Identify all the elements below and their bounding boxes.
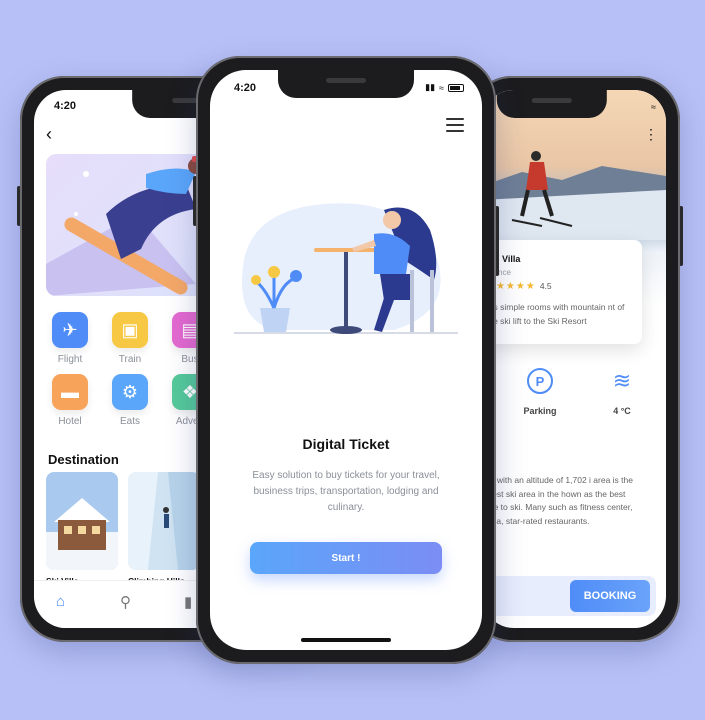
destination-title: Destination [48,452,119,467]
place-info-card: Ski Villa France ★★★★★4.5 ers simple roo… [482,240,642,344]
amenity-parking: P Parking [510,366,570,416]
place-description: Alps with an altitude of 1,702 i area is… [482,475,633,526]
category-eats[interactable]: ⚙ Eats [108,374,152,427]
wind-icon: ≋ [612,368,632,393]
train-icon: ▣ [112,312,148,348]
status-time: 4:20 [234,82,257,94]
woman-at-table-illustration [234,190,458,340]
bookmark-icon[interactable]: ▮ [184,593,192,611]
amenity-label: 4 °C [613,406,631,416]
home-indicator[interactable] [301,638,391,642]
utensils-icon: ⚙ [112,374,148,410]
place-location: France [486,268,628,277]
ski-villa-image [46,472,118,570]
status-icons: ≈ [651,102,656,112]
place-name: Ski Villa [486,254,521,264]
home-icon[interactable]: ⌂ [56,593,65,610]
page-title: Digital Ticket [302,436,390,452]
rating-stars: ★★★★★ 4.5 [486,281,552,292]
bed-icon: ▬ [52,374,88,410]
back-arrow-icon[interactable]: ‹ [46,124,52,145]
category-train[interactable]: ▣ Train [108,312,152,365]
category-label: Eats [119,416,140,427]
category-hotel[interactable]: ▬ Hotel [48,374,92,427]
search-icon[interactable]: ⚲ [120,593,131,611]
destination-card-ski-villa[interactable]: Ski Villa [46,472,118,586]
rating-value: 4.5 [539,281,552,291]
signal-icon: ▮▮ [425,82,436,92]
booking-bar: BOOKING [482,576,656,616]
climbing-hills-image [128,472,200,570]
page-description: Easy solution to buy tickets for your tr… [252,470,440,513]
wifi-icon: ≈ [651,102,656,112]
category-flight[interactable]: ✈ Flight [48,312,92,365]
more-options-icon[interactable]: ⋮ [644,126,658,143]
amenity-label: Parking [523,406,557,416]
right-phone: ≈ ⋮ Ski Villa France ★★★★★4.5 ers simple… [468,76,683,642]
amenity-temperature: ≋ 4 °C [592,366,652,416]
destination-card-climbing-hills[interactable]: Climbing Hills [128,472,200,586]
status-icons: ▮▮ ≈ [425,82,464,93]
wifi-icon: ≈ [439,82,444,93]
place-card-description: ers simple rooms with mountain nt of the… [486,302,625,326]
center-phone: 4:20 ▮▮ ≈ Digital Ticket Easy solution t… [193,56,499,664]
hamburger-menu-icon[interactable] [446,118,464,136]
category-label: Train [118,354,142,365]
center-phone-screen: 4:20 ▮▮ ≈ Digital Ticket Easy solution t… [210,70,482,650]
category-label: Flight [57,354,83,365]
category-label: Hotel [58,416,82,427]
right-phone-screen: ≈ ⋮ Ski Villa France ★★★★★4.5 ers simple… [482,90,666,628]
booking-button[interactable]: BOOKING [570,580,650,612]
start-button[interactable]: Start ! [250,542,442,574]
battery-icon [448,83,464,92]
parking-icon: P [527,368,553,394]
plane-icon: ✈ [52,312,88,348]
status-time: 4:20 [54,100,77,112]
